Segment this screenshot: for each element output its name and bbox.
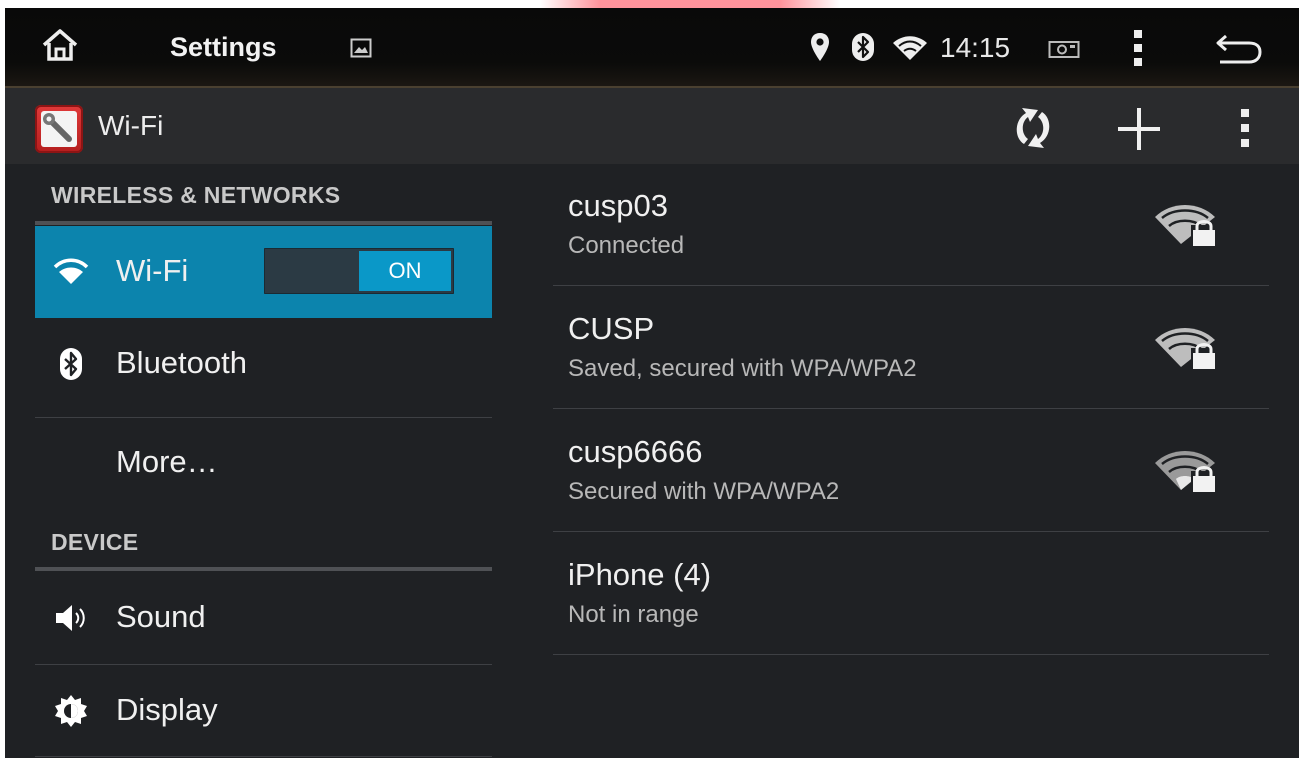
settings-categories: WIRELESS & NETWORKS Wi-Fi ON Bluetooth M…	[5, 164, 495, 758]
network-status: Connected	[568, 232, 685, 259]
sidebar-item-display[interactable]: Display	[35, 665, 492, 757]
wifi-icon	[893, 36, 927, 60]
list-divider	[553, 408, 1269, 409]
network-item[interactable]: cusp6666 Secured with WPA/WPA2	[553, 410, 1269, 532]
list-divider	[35, 756, 492, 757]
sidebar-item-wifi[interactable]: Wi-Fi ON	[35, 226, 492, 318]
network-ssid: cusp03	[568, 188, 668, 223]
camera-icon	[1048, 41, 1080, 58]
bluetooth-icon	[852, 33, 874, 61]
home-icon[interactable]	[41, 28, 79, 62]
list-divider	[553, 531, 1269, 532]
list-divider	[553, 654, 1269, 655]
speaker-icon	[56, 605, 85, 631]
network-item[interactable]: CUSP Saved, secured with WPA/WPA2	[553, 287, 1269, 409]
sidebar-item-sound[interactable]: Sound	[35, 572, 492, 664]
status-bar: Settings 14:15	[5, 8, 1299, 88]
settings-app-icon[interactable]	[35, 105, 83, 153]
top-edge-accent	[540, 0, 840, 8]
network-status: Saved, secured with WPA/WPA2	[568, 355, 917, 382]
location-icon	[811, 33, 829, 61]
back-icon[interactable]	[1213, 33, 1263, 65]
overflow-menu-icon[interactable]	[1238, 107, 1252, 149]
status-time: 14:15	[940, 32, 1011, 63]
network-status: Secured with WPA/WPA2	[568, 478, 840, 505]
wps-icon[interactable]	[1008, 106, 1058, 150]
list-divider	[553, 285, 1269, 286]
network-item[interactable]: iPhone (4) Not in range	[553, 533, 1269, 655]
action-bar-title: Wi-Fi	[98, 110, 164, 141]
add-network-icon[interactable]	[1115, 106, 1163, 152]
wifi-toggle[interactable]: ON	[264, 248, 454, 294]
wifi-locked-icon	[1155, 451, 1215, 492]
sidebar-item-label: Bluetooth	[116, 345, 247, 380]
sidebar-item-bluetooth[interactable]: Bluetooth	[35, 318, 492, 410]
wifi-locked-icon	[1155, 205, 1215, 246]
network-status: Not in range	[568, 601, 699, 628]
section-divider	[35, 567, 492, 571]
sidebar-item-label: More…	[116, 444, 218, 479]
android-screen: Settings 14:15 Wi-Fi WIRELESS & NETWORKS…	[5, 8, 1299, 758]
wifi-icon	[53, 258, 89, 284]
gallery-icon	[350, 38, 372, 58]
network-ssid: CUSP	[568, 311, 655, 346]
section-header-wireless: WIRELESS & NETWORKS	[51, 182, 341, 208]
sidebar-item-label: Display	[116, 692, 218, 727]
bluetooth-icon	[60, 348, 82, 380]
overflow-menu-icon[interactable]	[1131, 28, 1145, 68]
sidebar-item-more[interactable]: More…	[35, 418, 492, 510]
sidebar-item-label: Wi-Fi	[116, 253, 189, 288]
status-bar-title: Settings	[170, 32, 277, 62]
sidebar-item-label: Sound	[116, 599, 206, 634]
section-header-device: DEVICE	[51, 529, 139, 555]
network-ssid: iPhone (4)	[568, 557, 712, 592]
wifi-locked-icon	[1155, 328, 1215, 369]
brightness-icon	[55, 695, 87, 727]
toggle-state: ON	[359, 251, 451, 291]
action-bar: Wi-Fi	[5, 88, 1299, 164]
network-item[interactable]: cusp03 Connected	[553, 164, 1269, 286]
network-ssid: cusp6666	[568, 434, 703, 469]
section-divider	[35, 221, 492, 225]
